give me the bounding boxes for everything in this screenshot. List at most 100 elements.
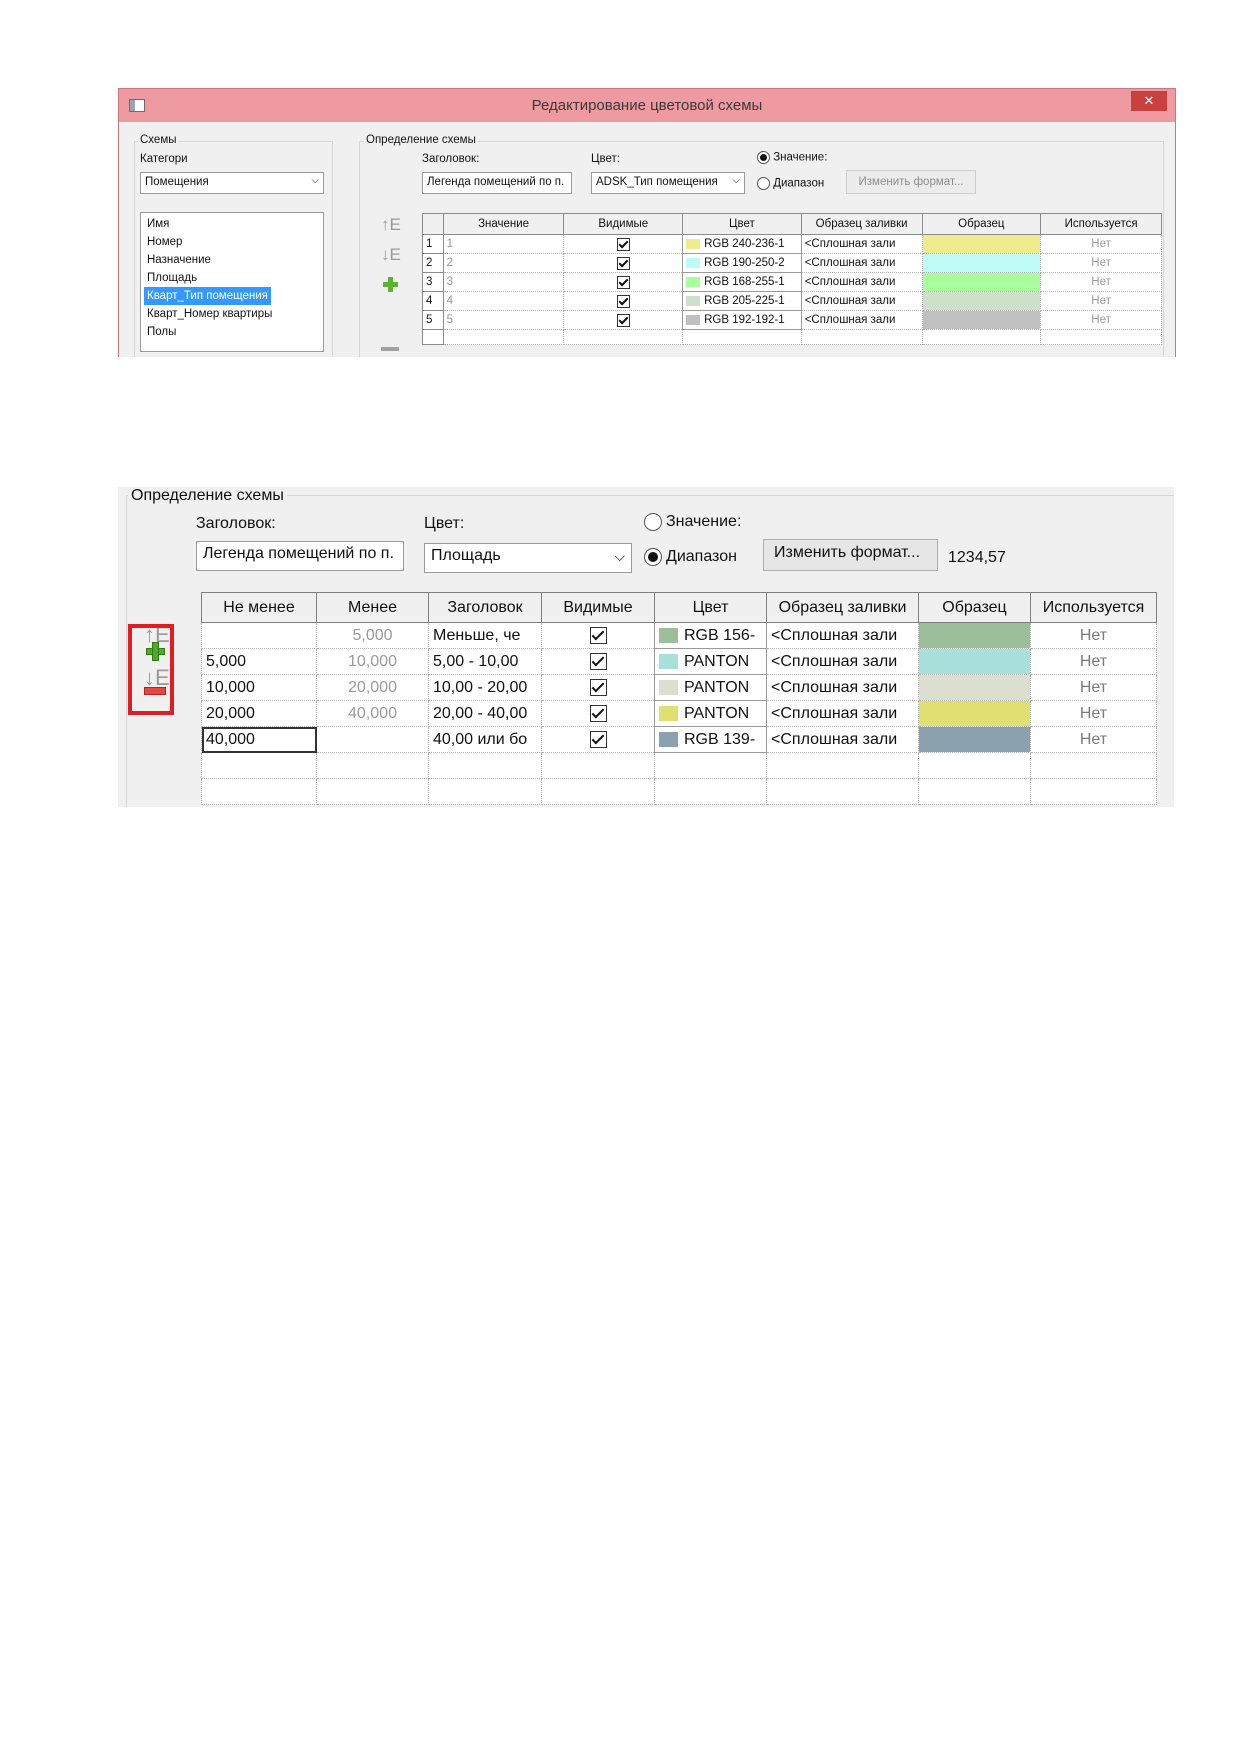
max-cell[interactable]: 20,000: [316, 674, 429, 701]
empty-cell[interactable]: [654, 752, 767, 779]
caption-cell[interactable]: Меньше, че: [428, 622, 542, 649]
row-number[interactable]: 3: [422, 272, 444, 292]
list-item[interactable]: Номер: [141, 233, 323, 251]
table-row[interactable]: 4 4 RGB 205-225-1 <Сплошная зали Нет: [422, 291, 1162, 311]
column-header[interactable]: Образец: [921, 213, 1042, 235]
visible-cell[interactable]: [541, 622, 655, 649]
empty-cell[interactable]: [766, 752, 919, 779]
caption-cell[interactable]: 40,00 или бо: [428, 726, 542, 753]
column-header[interactable]: Цвет: [682, 213, 802, 235]
table-row-empty[interactable]: [422, 329, 1162, 345]
visible-checkbox[interactable]: [616, 237, 630, 251]
radio-value-button[interactable]: [757, 151, 770, 164]
add-row-icon[interactable]: [146, 642, 165, 661]
move-up-icon[interactable]: ↑E: [381, 215, 401, 235]
empty-cell[interactable]: [428, 752, 542, 779]
change-format-button-zoom[interactable]: Изменить формат...: [763, 539, 938, 571]
table-row-empty[interactable]: [201, 752, 1157, 779]
table-row[interactable]: 5,000 10,000 5,00 - 10,00 PANTON <Сплошная з…: [201, 648, 1157, 675]
value-cell[interactable]: 4: [442, 291, 565, 311]
column-header[interactable]: Образец заливки: [800, 213, 923, 235]
row-number[interactable]: 4: [422, 291, 444, 311]
radio-range-button[interactable]: [757, 177, 770, 190]
fill-pattern-cell[interactable]: <Сплошная зали: [766, 648, 919, 675]
min-cell[interactable]: [201, 622, 317, 649]
list-item[interactable]: Площадь: [141, 269, 323, 287]
caption-cell[interactable]: 10,00 - 20,00: [428, 674, 542, 701]
column-header[interactable]: Видимые: [563, 213, 684, 235]
column-header[interactable]: Образец: [918, 592, 1031, 623]
visible-cell[interactable]: [563, 253, 684, 273]
empty-cell[interactable]: [428, 778, 542, 805]
visible-cell[interactable]: [541, 674, 655, 701]
empty-cell[interactable]: [918, 752, 1031, 779]
table-row[interactable]: 1 1 RGB 240-236-1 <Сплошная зали Нет: [422, 234, 1162, 254]
fill-pattern-cell[interactable]: <Сплошная зали: [800, 234, 923, 254]
fill-pattern-cell[interactable]: <Сплошная зали: [800, 272, 923, 292]
close-button[interactable]: ✕: [1131, 91, 1167, 111]
visible-cell[interactable]: [563, 291, 684, 311]
column-header[interactable]: Менее: [316, 592, 429, 623]
visible-checkbox[interactable]: [589, 730, 607, 748]
radio-value-zoom[interactable]: Значение:: [644, 513, 741, 531]
visible-checkbox[interactable]: [616, 313, 630, 327]
list-item[interactable]: Полы: [141, 323, 323, 341]
remove-row-icon[interactable]: [144, 687, 166, 695]
visible-checkbox[interactable]: [616, 275, 630, 289]
visible-checkbox[interactable]: [589, 626, 607, 644]
parameter-list[interactable]: Имя Номер Назначение Площадь Кварт_Тип п…: [140, 212, 324, 352]
empty-cell[interactable]: [563, 329, 684, 345]
color-cell[interactable]: RGB 240-236-1: [682, 234, 802, 254]
table-row[interactable]: 5 5 RGB 192-192-1 <Сплошная зали Нет: [422, 310, 1162, 330]
list-item-selected-row[interactable]: Кварт_Тип помещения: [141, 287, 323, 305]
column-header[interactable]: Заголовок: [428, 592, 542, 623]
visible-checkbox[interactable]: [589, 678, 607, 696]
radio-value-button-zoom[interactable]: [644, 513, 662, 531]
empty-cell[interactable]: [766, 778, 919, 805]
category-dropdown[interactable]: Помещения ⌵: [140, 172, 324, 194]
max-cell[interactable]: 5,000: [316, 622, 429, 649]
visible-checkbox[interactable]: [589, 704, 607, 722]
empty-cell[interactable]: [316, 752, 429, 779]
color-cell[interactable]: RGB 168-255-1: [682, 272, 802, 292]
visible-checkbox[interactable]: [589, 652, 607, 670]
row-number[interactable]: 1: [422, 234, 444, 254]
color-cell[interactable]: RGB 190-250-2: [682, 253, 802, 273]
color-cell[interactable]: PANTON: [654, 648, 767, 675]
min-cell[interactable]: 20,000: [201, 700, 317, 727]
value-cell[interactable]: 3: [442, 272, 565, 292]
move-down-icon[interactable]: ↓E: [381, 245, 401, 265]
empty-cell[interactable]: [921, 329, 1042, 345]
value-cell[interactable]: 1: [442, 234, 565, 254]
heading-input[interactable]: Легенда помещений по п.: [422, 172, 572, 194]
radio-range-zoom[interactable]: Диапазон: [644, 548, 737, 566]
visible-checkbox[interactable]: [616, 294, 630, 308]
value-cell[interactable]: 2: [442, 253, 565, 273]
column-header[interactable]: Используется: [1030, 592, 1157, 623]
fill-pattern-cell[interactable]: <Сплошная зали: [766, 622, 919, 649]
empty-cell[interactable]: [654, 778, 767, 805]
remove-row-icon[interactable]: [381, 347, 399, 351]
empty-cell[interactable]: [201, 778, 317, 805]
fill-pattern-cell[interactable]: <Сплошная зали: [800, 310, 923, 330]
row-number[interactable]: 5: [422, 310, 444, 330]
min-cell[interactable]: 10,000: [201, 674, 317, 701]
fill-pattern-cell[interactable]: <Сплошная зали: [800, 291, 923, 311]
table-row[interactable]: 10,000 20,000 10,00 - 20,00 PANTON <Сплошная…: [201, 674, 1157, 701]
visible-cell[interactable]: [541, 700, 655, 727]
fill-pattern-cell[interactable]: <Сплошная зали: [766, 726, 919, 753]
list-item[interactable]: Назначение: [141, 251, 323, 269]
list-item[interactable]: Имя: [141, 215, 323, 233]
column-header[interactable]: Используется: [1040, 213, 1162, 235]
column-header[interactable]: Не менее: [201, 592, 317, 623]
fill-pattern-cell[interactable]: <Сплошная зали: [800, 253, 923, 273]
radio-value[interactable]: Значение:: [757, 151, 827, 164]
min-cell[interactable]: 40,000: [201, 726, 317, 753]
column-header[interactable]: Значение: [442, 213, 565, 235]
radio-range-button-zoom[interactable]: [644, 548, 662, 566]
table-row[interactable]: 2 2 RGB 190-250-2 <Сплошная зали Нет: [422, 253, 1162, 273]
color-cell[interactable]: RGB 192-192-1: [682, 310, 802, 330]
max-cell[interactable]: 10,000: [316, 648, 429, 675]
empty-cell[interactable]: [541, 752, 655, 779]
heading-input-zoom[interactable]: Легенда помещений по п.: [196, 541, 404, 571]
